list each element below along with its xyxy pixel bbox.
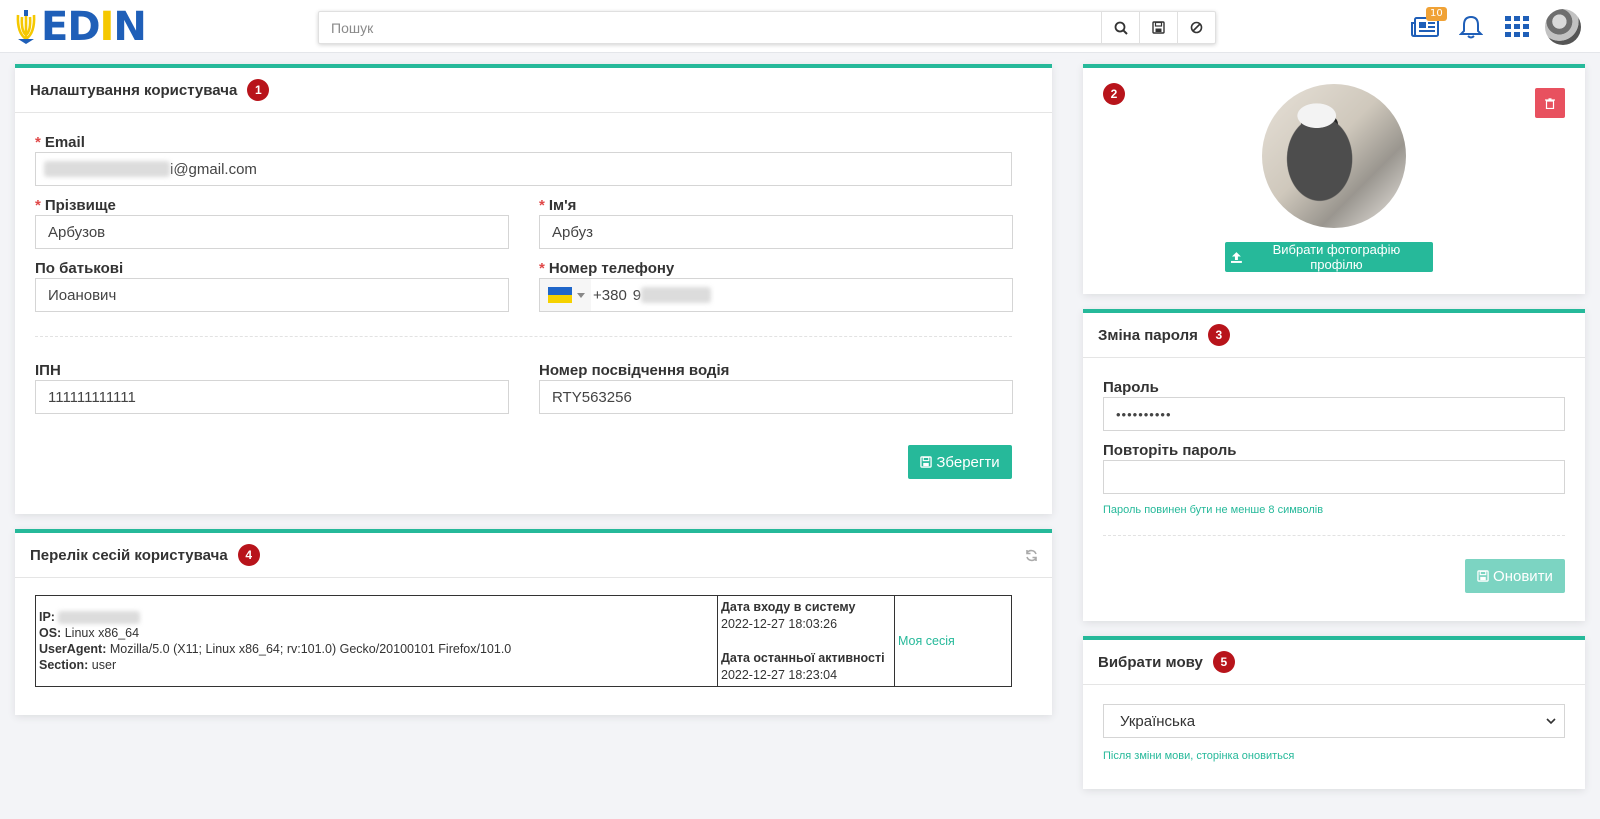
news-count-badge: 10 bbox=[1426, 7, 1447, 21]
password-field[interactable] bbox=[1103, 397, 1565, 431]
redacted-text bbox=[641, 287, 712, 303]
search-input[interactable] bbox=[319, 12, 1101, 43]
panel-header: Зміна пароля 3 bbox=[1083, 313, 1585, 358]
repeat-password-label: Повторіть пароль bbox=[1103, 442, 1237, 459]
choose-photo-button[interactable]: Вибрати фотографію профілю bbox=[1225, 242, 1433, 272]
apps-grid-icon bbox=[1505, 16, 1529, 37]
language-hint: Після зміни мови, сторінка оновиться bbox=[1103, 750, 1295, 762]
divider bbox=[1103, 535, 1565, 536]
panel-title: Вибрати мову bbox=[1098, 653, 1203, 671]
session-dates-cell: Дата входу в систему 2022-12-27 18:03:26… bbox=[717, 595, 895, 687]
last-name-label: * Прізвище bbox=[35, 197, 116, 214]
session-status-cell: Моя сесія bbox=[894, 595, 1012, 687]
email-label: * Email bbox=[35, 134, 85, 151]
trident-icon bbox=[16, 10, 36, 44]
chevron-down-icon bbox=[1546, 718, 1556, 725]
phone-code: +380 bbox=[593, 286, 627, 304]
language-panel: Вибрати мову 5 Українська Після зміни мо… bbox=[1083, 636, 1585, 789]
user-menu-button[interactable] bbox=[1540, 8, 1586, 46]
ban-icon bbox=[1190, 21, 1203, 34]
delete-photo-button[interactable] bbox=[1535, 88, 1565, 118]
floppy-icon bbox=[920, 456, 933, 468]
patronymic-label: По батькові bbox=[35, 260, 124, 277]
upload-icon bbox=[1231, 251, 1242, 263]
logo[interactable]: EDIN bbox=[15, 4, 147, 50]
search-bar bbox=[318, 11, 1216, 44]
floppy-icon bbox=[1152, 21, 1165, 34]
language-select[interactable]: Українська bbox=[1103, 704, 1565, 738]
trash-icon bbox=[1545, 97, 1555, 109]
email-field[interactable]: i@gmail.com bbox=[35, 152, 1012, 186]
step-badge: 3 bbox=[1207, 324, 1230, 346]
chevron-down-icon bbox=[577, 292, 585, 298]
update-password-button[interactable]: Оновити bbox=[1465, 559, 1565, 593]
search-button[interactable] bbox=[1101, 12, 1139, 43]
panel-title: Налаштування користувача bbox=[30, 81, 238, 99]
driver-license-label: Номер посвідчення водія bbox=[539, 362, 730, 379]
top-icons: 10 bbox=[1402, 7, 1586, 46]
panel-title: Перелік сесій користувача bbox=[30, 546, 228, 564]
sessions-panel: Перелік сесій користувача 4 IP: OS: Linu… bbox=[15, 529, 1052, 715]
news-button[interactable]: 10 bbox=[1402, 7, 1448, 46]
profile-photo-panel: 2 Вибрати фотографію профілю bbox=[1083, 64, 1585, 294]
redacted-text bbox=[44, 161, 170, 177]
avatar bbox=[1545, 9, 1581, 45]
my-session-label: Моя сесія bbox=[898, 634, 955, 648]
phone-label: * Номер телефону bbox=[539, 260, 675, 277]
country-selector[interactable] bbox=[540, 279, 591, 311]
ipn-field[interactable] bbox=[35, 380, 509, 414]
divider bbox=[35, 336, 1012, 337]
session-info-cell: IP: OS: Linux x86_64 UserAgent: Mozilla/… bbox=[35, 595, 718, 687]
search-icon bbox=[1114, 21, 1128, 35]
sessions-table: IP: OS: Linux x86_64 UserAgent: Mozilla/… bbox=[35, 595, 1012, 687]
panel-header: Налаштування користувача 1 bbox=[15, 68, 1052, 113]
password-label: Пароль bbox=[1103, 379, 1159, 396]
step-badge: 1 bbox=[247, 79, 270, 101]
clear-search-button[interactable] bbox=[1177, 12, 1215, 43]
panel-header: Вибрати мову 5 bbox=[1083, 640, 1585, 685]
apps-button[interactable] bbox=[1494, 8, 1540, 46]
ukraine-flag-icon bbox=[548, 287, 572, 303]
logo-text: EDIN bbox=[41, 4, 147, 50]
notifications-button[interactable] bbox=[1448, 8, 1494, 46]
password-hint: Пароль повинен бути не менше 8 символів bbox=[1103, 504, 1324, 516]
step-badge: 4 bbox=[237, 544, 260, 566]
user-settings-panel: Налаштування користувача 1 * Email i@gmai… bbox=[15, 64, 1052, 514]
driver-license-field[interactable] bbox=[539, 380, 1013, 414]
first-name-field[interactable] bbox=[539, 215, 1013, 249]
phone-field[interactable]: +380 9 bbox=[539, 278, 1013, 312]
repeat-password-field[interactable] bbox=[1103, 460, 1565, 494]
bell-icon bbox=[1459, 15, 1483, 39]
patronymic-field[interactable] bbox=[35, 278, 509, 312]
redacted-text bbox=[58, 611, 141, 625]
panel-title: Зміна пароля bbox=[1098, 326, 1198, 344]
save-button[interactable]: Зберегти bbox=[908, 445, 1012, 479]
floppy-icon bbox=[1477, 570, 1489, 582]
password-panel: Зміна пароля 3 Пароль Повторіть пароль П… bbox=[1083, 309, 1585, 621]
table-row: IP: OS: Linux x86_64 UserAgent: Mozilla/… bbox=[35, 595, 1012, 687]
profile-photo bbox=[1262, 84, 1406, 228]
save-search-button[interactable] bbox=[1139, 12, 1177, 43]
last-name-field[interactable] bbox=[35, 215, 509, 249]
top-bar: EDIN 10 bbox=[0, 0, 1600, 53]
ipn-label: ІПН bbox=[35, 362, 61, 379]
first-name-label: * Ім'я bbox=[539, 197, 577, 214]
step-badge: 2 bbox=[1103, 83, 1125, 105]
step-badge: 5 bbox=[1212, 651, 1235, 673]
language-selected: Українська bbox=[1120, 712, 1196, 730]
panel-header: Перелік сесій користувача 4 bbox=[15, 533, 1052, 578]
refresh-icon[interactable] bbox=[1025, 549, 1038, 562]
